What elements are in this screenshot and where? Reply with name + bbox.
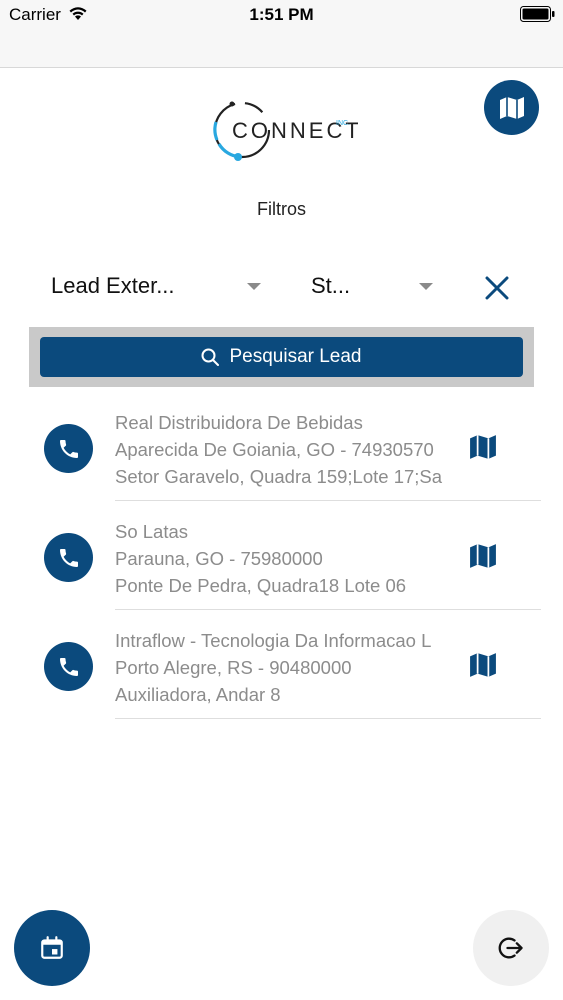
status-dropdown[interactable]: St... <box>311 268 433 304</box>
status-value: St... <box>311 273 351 298</box>
lead-address: Setor Garavelo, Quadra 159;Lote 17;Sa <box>115 466 443 487</box>
logout-button[interactable] <box>473 910 549 986</box>
clock: 1:51 PM <box>249 5 314 24</box>
calendar-icon <box>41 936 63 959</box>
lead-address: Auxiliadora, Andar 8 <box>115 684 281 705</box>
chevron-down-icon <box>247 282 261 290</box>
map-icon <box>499 96 524 119</box>
search-lead-button[interactable]: Pesquisar Lead <box>40 337 523 377</box>
logout-icon <box>498 937 523 959</box>
map-view-button[interactable] <box>484 80 539 135</box>
call-button[interactable] <box>44 533 93 582</box>
search-lead-label: Pesquisar Lead <box>229 346 362 367</box>
divider <box>115 718 541 719</box>
phone-icon <box>59 439 78 458</box>
lead-city: Porto Alegre, RS - 90480000 <box>115 657 352 678</box>
lead-city: Aparecida De Goiania, GO - 74930570 <box>115 439 434 460</box>
lead-type-dropdown[interactable]: Lead Exter... <box>51 268 261 304</box>
lead-map-button[interactable] <box>466 541 500 571</box>
lead-name: Intraflow - Tecnologia Da Informacao L <box>115 630 432 651</box>
lead-type-value: Lead Exter... <box>51 273 175 298</box>
filters-title: Filtros <box>257 199 306 219</box>
lead-map-button[interactable] <box>466 432 500 462</box>
map-icon <box>470 435 496 459</box>
phone-icon <box>59 548 78 567</box>
lead-map-button[interactable] <box>466 650 500 680</box>
list-item[interactable]: Intraflow - Tecnologia Da Informacao L P… <box>0 610 563 719</box>
calendar-button[interactable] <box>14 910 90 986</box>
connect-logo: CONNECT INC. <box>208 92 359 168</box>
lead-address: Ponte De Pedra, Quadra18 Lote 06 <box>115 575 407 596</box>
call-button[interactable] <box>44 424 93 473</box>
lead-name: So Latas <box>115 521 189 542</box>
lead-city: Parauna, GO - 75980000 <box>115 548 323 569</box>
battery-icon <box>520 6 555 22</box>
map-icon <box>470 653 496 677</box>
search-bar-container: Pesquisar Lead <box>29 327 534 387</box>
lead-list: Real Distribuidora De Bebidas Aparecida … <box>0 392 563 719</box>
clear-filters-button[interactable] <box>481 272 513 304</box>
phone-icon <box>59 657 78 676</box>
call-button[interactable] <box>44 642 93 691</box>
status-bar: Carrier 1:51 PM <box>0 0 563 68</box>
lead-name: Real Distribuidora De Bebidas <box>115 412 363 433</box>
list-item[interactable]: Real Distribuidora De Bebidas Aparecida … <box>0 392 563 501</box>
chevron-down-icon <box>419 282 433 290</box>
logo-suffix: INC. <box>336 120 350 127</box>
search-icon <box>201 348 220 366</box>
map-icon <box>470 544 496 568</box>
list-item[interactable]: So Latas Parauna, GO - 75980000 Ponte De… <box>0 501 563 610</box>
